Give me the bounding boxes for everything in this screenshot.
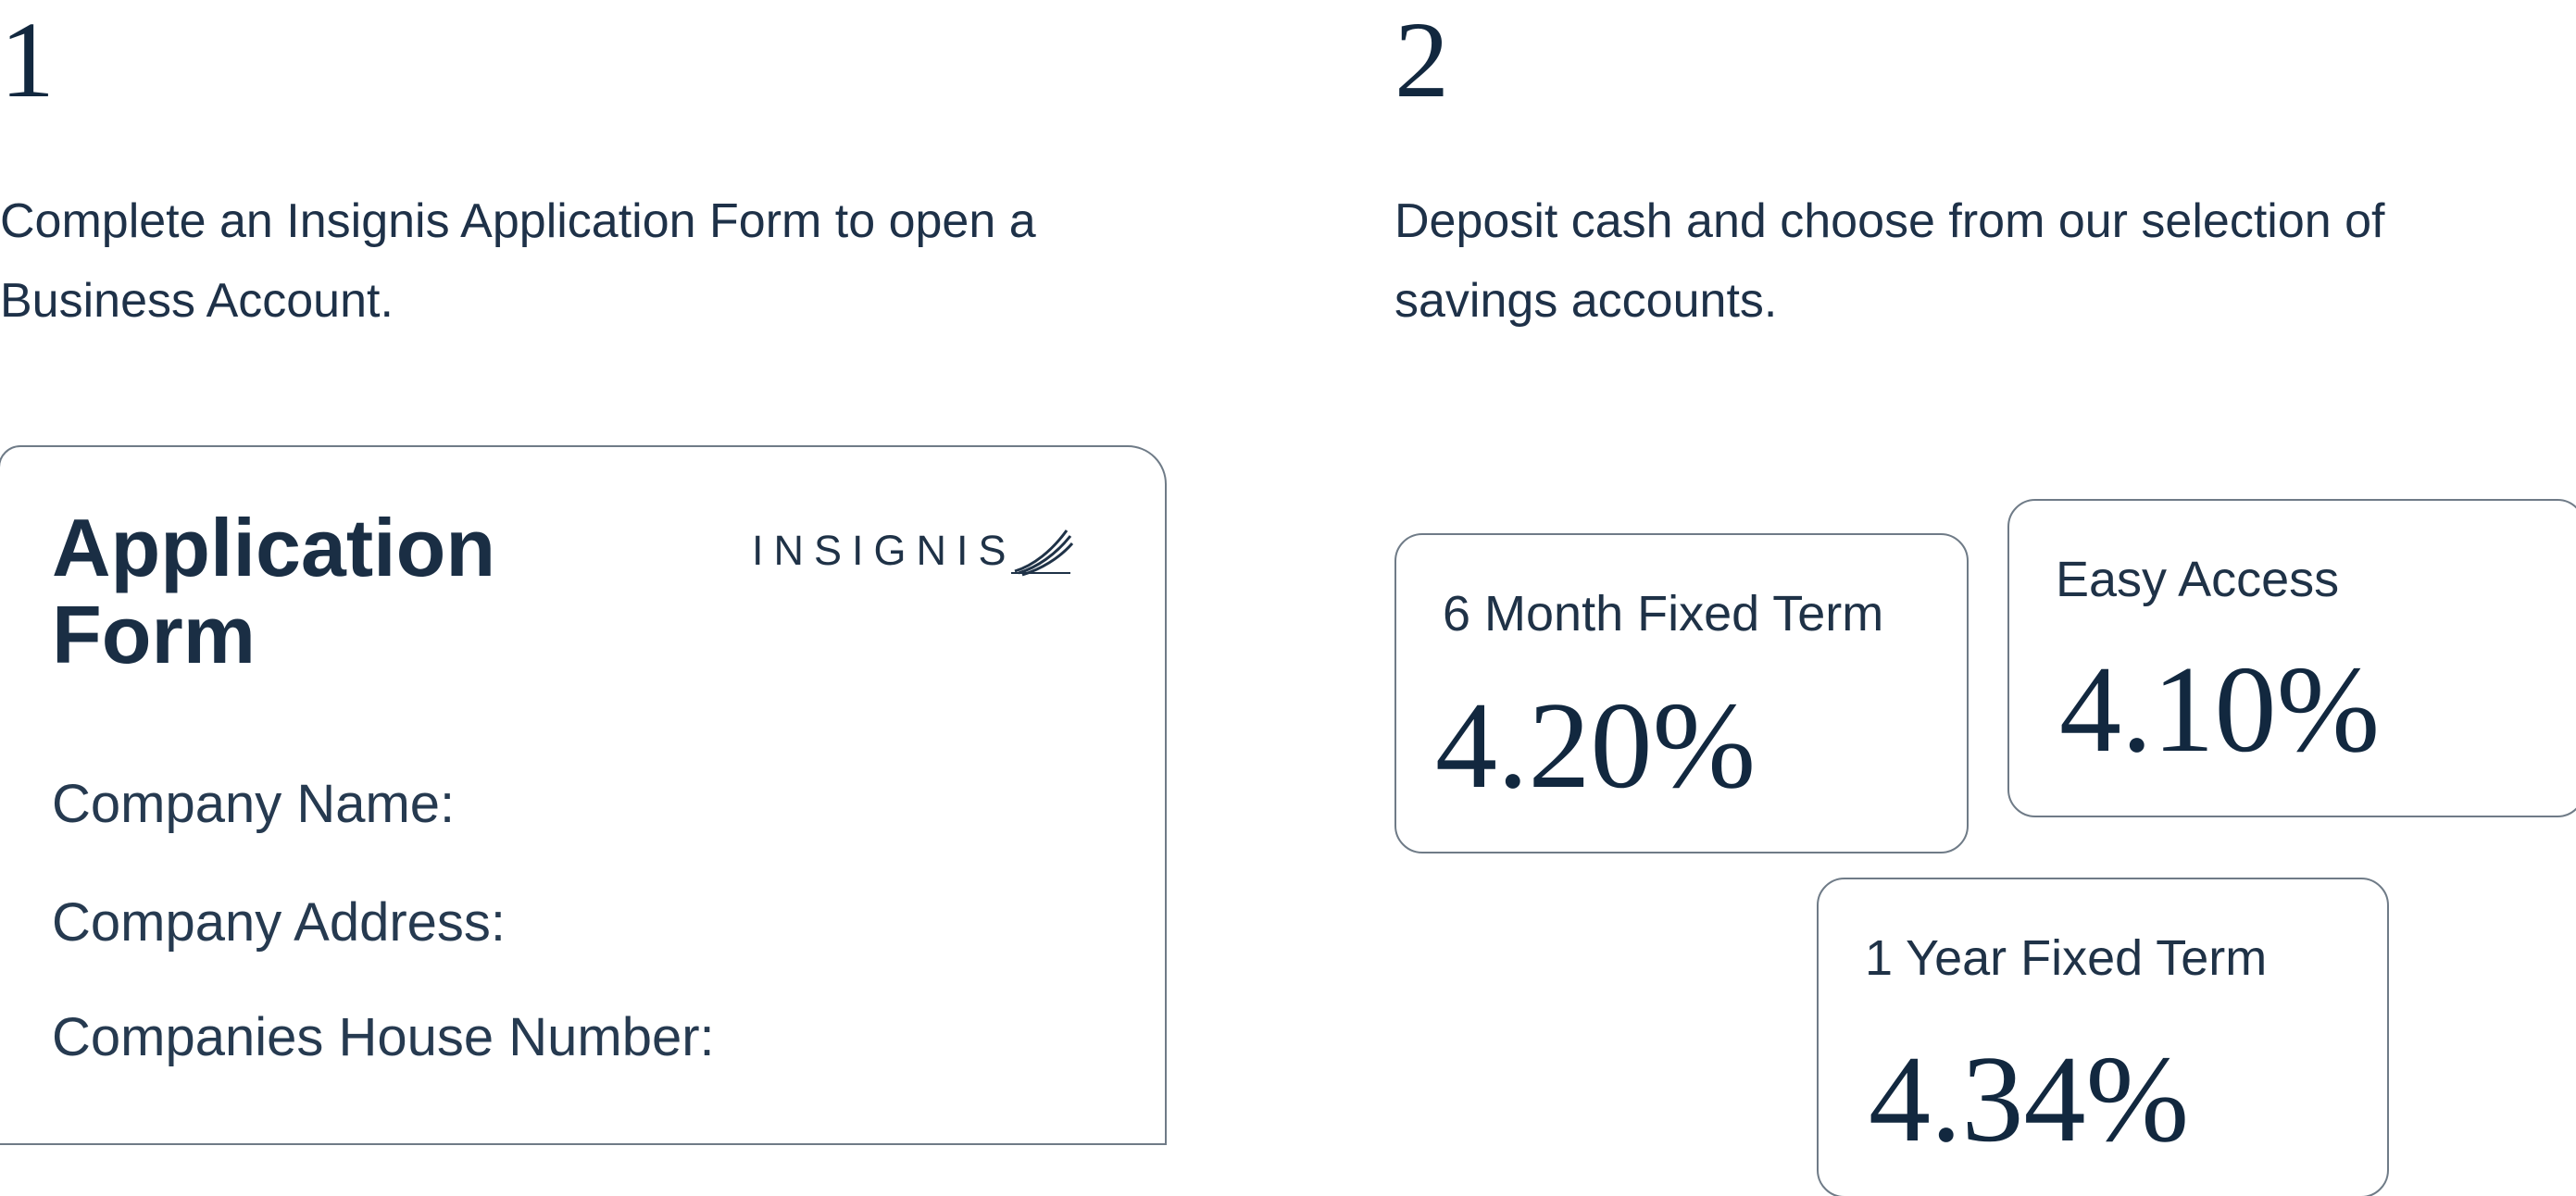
companies-house-number-label: Companies House Number:: [52, 1007, 715, 1067]
rate-card-value: 4.20%: [1435, 677, 1757, 814]
rate-card-1-year-fixed-term: 1 Year Fixed Term 4.34%: [1817, 878, 2389, 1196]
rate-card-value: 4.10%: [2059, 641, 2381, 778]
rate-card-value: 4.34%: [1869, 1030, 2190, 1167]
rate-card-label: 1 Year Fixed Term: [1865, 930, 2268, 986]
rate-card-easy-access: Easy Access 4.10%: [2007, 499, 2576, 817]
company-name-label: Company Name:: [52, 774, 456, 834]
feather-icon: [1010, 529, 1073, 577]
rate-card-6-month-fixed-term: 6 Month Fixed Term 4.20%: [1394, 533, 1969, 853]
insignis-logo-text: INSIGNIS: [752, 527, 1017, 574]
step-1-number: 1: [0, 0, 55, 120]
application-form-title: Application Form: [52, 502, 496, 680]
application-form-card: Application Form INSIGNIS Company Name: …: [0, 445, 1167, 1145]
step-2-description: Deposit cash and choose from our selecti…: [1394, 194, 2385, 328]
insignis-logo: INSIGNIS: [752, 525, 1074, 577]
rate-card-label: 6 Month Fixed Term: [1443, 586, 1884, 642]
step-2-number: 2: [1394, 0, 1449, 120]
rate-card-label: Easy Access: [2056, 552, 2340, 607]
step-1-description: Complete an Insignis Application Form to…: [0, 194, 1036, 328]
company-address-label: Company Address:: [52, 892, 506, 953]
